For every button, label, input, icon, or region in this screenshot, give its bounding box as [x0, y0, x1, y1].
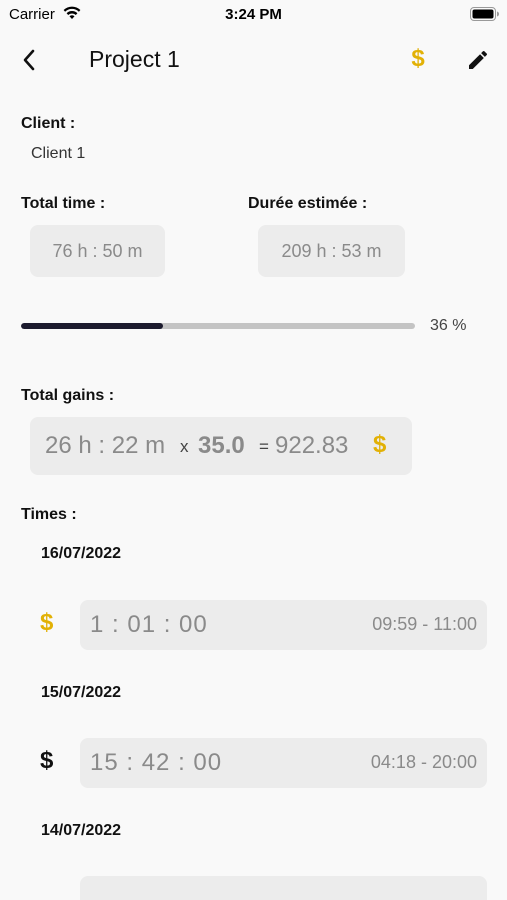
gains-time: 26 h : 22 m	[45, 432, 166, 459]
time-entry-range: 04:18 - 20:00	[370, 752, 477, 772]
estimated-duration-value: 209 h : 53 m	[258, 225, 405, 277]
page-title: Project 1	[89, 46, 180, 72]
time-entry-date: 16/07/2022	[41, 545, 122, 562]
estimated-duration-label: Durée estimée :	[248, 195, 368, 212]
gains-total: 922.83	[275, 432, 349, 459]
status-bar: Carrier 3:24 PM	[0, 0, 507, 28]
edit-button[interactable]	[462, 44, 494, 76]
billable-dollar-icon[interactable]: $	[40, 747, 53, 775]
total-time-value: 76 h : 50 m	[30, 225, 165, 277]
back-button[interactable]	[14, 44, 44, 76]
billing-dollar-button[interactable]: $	[404, 42, 432, 76]
time-entry-range: 09:59 - 11:00	[372, 614, 477, 634]
billable-dollar-icon[interactable]: $	[40, 609, 53, 637]
times-label: Times :	[21, 506, 77, 523]
time-entry-date: 15/07/2022	[41, 684, 122, 701]
clock: 3:24 PM	[225, 6, 282, 23]
chevron-left-icon	[23, 49, 35, 71]
time-entry[interactable]	[80, 876, 487, 900]
client-value: Client 1	[31, 145, 86, 162]
equals-sign: =	[259, 437, 269, 456]
pencil-icon	[469, 50, 488, 69]
total-gains-box: 26 h : 22 m x 35.0 = 922.83 $	[30, 417, 412, 475]
dollar-icon: $	[373, 431, 387, 458]
navigation-bar: Project 1 $	[0, 36, 507, 84]
hourly-rate: 35.0	[198, 432, 245, 459]
total-gains-label: Total gains :	[21, 387, 115, 404]
progress-bar-fill	[21, 323, 163, 329]
time-entry[interactable]: 1 : 01 : 00 09:59 - 11:00	[80, 600, 487, 650]
progress-bar	[21, 323, 415, 329]
total-time-label: Total time :	[21, 195, 106, 212]
multiply-sign: x	[180, 437, 189, 456]
time-entry-duration: 15 : 42 : 00	[90, 749, 223, 776]
time-entry-duration: 1 : 01 : 00	[90, 611, 208, 638]
time-entry[interactable]: 15 : 42 : 00 04:18 - 20:00	[80, 738, 487, 788]
time-entry-date: 14/07/2022	[41, 822, 122, 839]
battery-icon	[470, 7, 499, 21]
progress-percent: 36 %	[430, 317, 467, 334]
client-label: Client :	[21, 115, 76, 132]
